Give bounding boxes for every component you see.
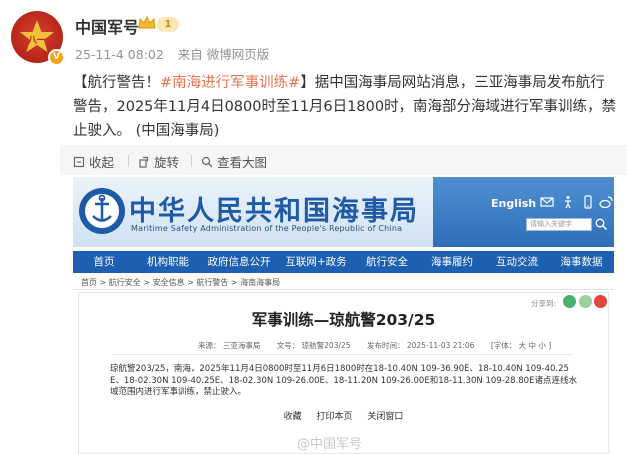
post-text: 【航行警告！#南海进行军事训练#】据中国海事局网站消息，三亚海事局发布航行警告，… [73,71,618,143]
moments-share-icon[interactable] [579,295,592,308]
english-link[interactable]: English [491,197,536,210]
collapse-label: 收起 [89,155,115,170]
post-date[interactable]: 25-11-4 08:02 [75,47,164,62]
article-source: 来源： 三亚海事局 [198,341,261,350]
article-title: 军事训练—琼航警203/25 [251,311,436,329]
nav-item-nav-safety[interactable]: 航行安全 [355,251,419,273]
crown-icon [138,16,156,29]
magnify-icon [201,156,213,167]
view-large-label: 查看大图 [217,155,268,170]
weibo-icon[interactable] [599,195,613,209]
view-large-button[interactable]: 查看大图 [201,152,267,171]
msa-logo-icon [79,188,125,234]
breadcrumb[interactable]: 首页 > 航行安全 > 安全信息 > 航行警告 > 海南海事局 [81,277,280,288]
post-meta: 25-11-4 08:02 来自 微博网页版 [75,44,269,63]
collapse-icon [73,156,85,167]
nav-item-compliance[interactable]: 海事履约 [419,251,485,273]
msa-main-nav: 首页 机构职能 政府信息公开 互联网+政务 航行安全 海事履约 互动交流 海事数… [73,251,614,273]
author-name[interactable]: 中国军号 [75,14,139,38]
font-size-switch[interactable]: [字体： 大 中 小 ] [491,341,551,350]
mail-icon[interactable] [540,195,554,209]
nav-item-data[interactable]: 海事数据 [549,251,614,273]
nav-item-gov-info[interactable]: 政府信息公开 [201,251,277,273]
rotate-button[interactable]: 旋转 [138,152,179,171]
msa-site-title: 中华人民共和国海事局 [129,196,419,227]
accessibility-icon[interactable] [561,195,575,209]
post-text-prefix: 【航行警告！ [73,75,160,91]
post-image[interactable]: 中华人民共和国海事局 Maritime Safety Administratio… [73,177,614,454]
divider [113,354,573,355]
weibo-share-icon[interactable] [594,295,607,308]
article-publish-time: 发布时间： 2025-11-03 21:06 [366,341,475,350]
search-icon[interactable] [594,217,608,231]
article-doc-no: 文号： 琼航警203/25 [276,341,351,350]
wechat-share-icon[interactable] [563,295,576,308]
site-search-input[interactable]: 请输入关键字 [526,218,592,231]
article-body: 琼航警203/25，南海，2025年11月4日0800时至11月6日1800时在… [110,364,577,397]
close-window-link[interactable]: 关闭窗口 [367,412,403,422]
rotate-label: 旋转 [154,155,180,170]
divider [191,155,192,167]
msa-site-title-en: Maritime Safety Administration of the Pe… [131,224,403,233]
level-badge: 1 [157,17,179,32]
msa-header-wave [433,177,614,247]
article-tools: 收藏 打印本页 关闭窗口 [73,409,614,422]
image-action-bar: 收起 旋转 查看大图 [60,145,627,175]
nav-item-home[interactable]: 首页 [73,251,135,273]
nav-item-functions[interactable]: 机构职能 [135,251,201,273]
mobile-icon[interactable] [581,195,595,209]
hashtag-link[interactable]: #南海进行军事训练# [160,75,300,91]
collapse-button[interactable]: 收起 [73,152,114,171]
article-meta: 来源： 三亚海事局 文号： 琼航警203/25 发布时间： 2025-11-03… [198,340,565,351]
divider [73,289,614,290]
svg-text:八一: 八一 [27,35,46,46]
print-link[interactable]: 打印本页 [316,412,352,422]
post-source: 来自 微博网页版 [177,47,270,62]
rotate-icon [139,156,149,168]
divider [128,155,129,167]
nav-item-interaction[interactable]: 互动交流 [485,251,549,273]
weibo-watermark: @中国军号 [297,437,363,452]
verified-badge-icon: V [48,49,65,66]
favorite-link[interactable]: 收藏 [284,412,302,422]
nav-item-e-gov[interactable]: 互联网+政务 [277,251,355,273]
